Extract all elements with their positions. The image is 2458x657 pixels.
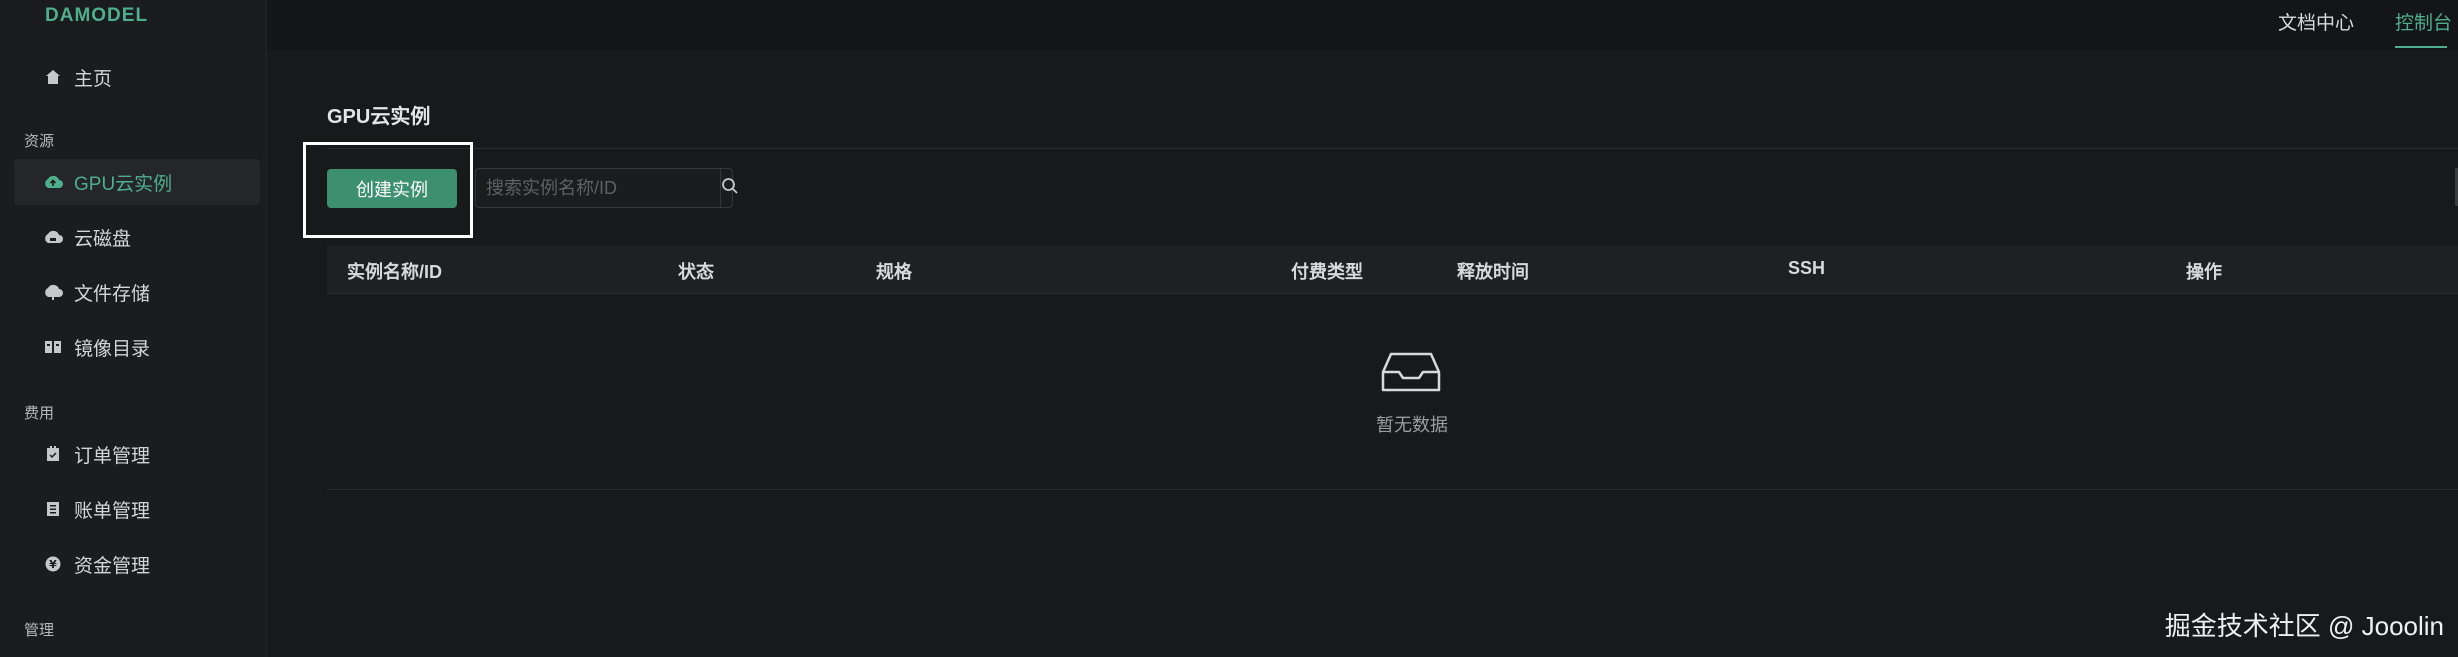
sidebar-item-image-catalog[interactable]: 镜像目录 [14,324,260,370]
sidebar: DAMODEL 主页 资源 GPU云实例 云磁盘 文件存储 镜像目录 费用 订单… [0,0,267,657]
watermark: 掘金技术社区 @ Jooolin [2164,611,2444,641]
sidebar-item-gpu-instances[interactable]: GPU云实例 [14,159,260,205]
empty-inbox-icon [1381,350,1441,399]
search-button[interactable] [720,169,739,207]
sidebar-item-label: 云磁盘 [74,228,132,250]
home-icon [42,66,64,88]
search-input[interactable] [476,169,720,207]
sidebar-item-file-storage[interactable]: 文件存储 [14,269,260,315]
column-header-actions: 操作 [2186,262,2222,282]
cloud-file-icon [42,281,64,303]
group-label-resources: 资源 [24,133,55,150]
group-label-billing: 费用 [24,405,55,422]
sidebar-item-label: 资金管理 [74,555,151,577]
sidebar-item-funds[interactable]: ¥ 资金管理 [14,541,260,587]
main-content [267,50,2458,657]
brand-logo[interactable]: DAMODEL [45,5,148,27]
table-header: 实例名称/ID 状态 规格 付费类型 释放时间 SSH 操作 [327,245,2458,294]
sidebar-item-orders[interactable]: 订单管理 [14,431,260,477]
sidebar-item-label: 镜像目录 [74,338,151,360]
nav-link-console[interactable]: 控制台 [2395,8,2452,35]
page-title: GPU云实例 [327,106,431,128]
search-icon [721,177,739,200]
column-header-ssh: SSH [1788,258,1826,278]
column-header-spec: 规格 [876,262,912,282]
empty-state-text: 暂无数据 [1376,415,1448,435]
bill-icon [42,498,64,520]
table-bottom-border [327,489,2458,490]
funds-icon: ¥ [42,553,64,575]
sidebar-item-label: 主页 [74,68,113,90]
column-header-release-time: 释放时间 [1457,262,1529,282]
active-tab-indicator [2395,46,2447,48]
sidebar-item-label: 账单管理 [74,500,151,522]
sidebar-item-label: 订单管理 [74,445,151,467]
nav-link-docs[interactable]: 文档中心 [2278,8,2354,35]
highlight-annotation-box [303,142,473,238]
column-header-status: 状态 [678,262,714,282]
sidebar-item-home[interactable]: 主页 [14,54,260,100]
sidebar-item-bills[interactable]: 账单管理 [14,486,260,532]
svg-text:¥: ¥ [49,558,57,571]
image-book-icon [42,336,64,358]
divider [327,148,2458,149]
search-box [475,168,738,208]
cloud-disk-icon [42,226,64,248]
column-header-name: 实例名称/ID [347,262,443,282]
cloud-upload-icon [42,171,64,193]
sidebar-item-cloud-disk[interactable]: 云磁盘 [14,214,260,260]
group-label-manage: 管理 [24,622,55,639]
order-icon [42,443,64,465]
column-header-billing-type: 付费类型 [1291,262,1363,282]
top-bar [267,0,2458,50]
sidebar-item-label: 文件存储 [74,283,151,305]
sidebar-item-label: GPU云实例 [74,173,173,195]
